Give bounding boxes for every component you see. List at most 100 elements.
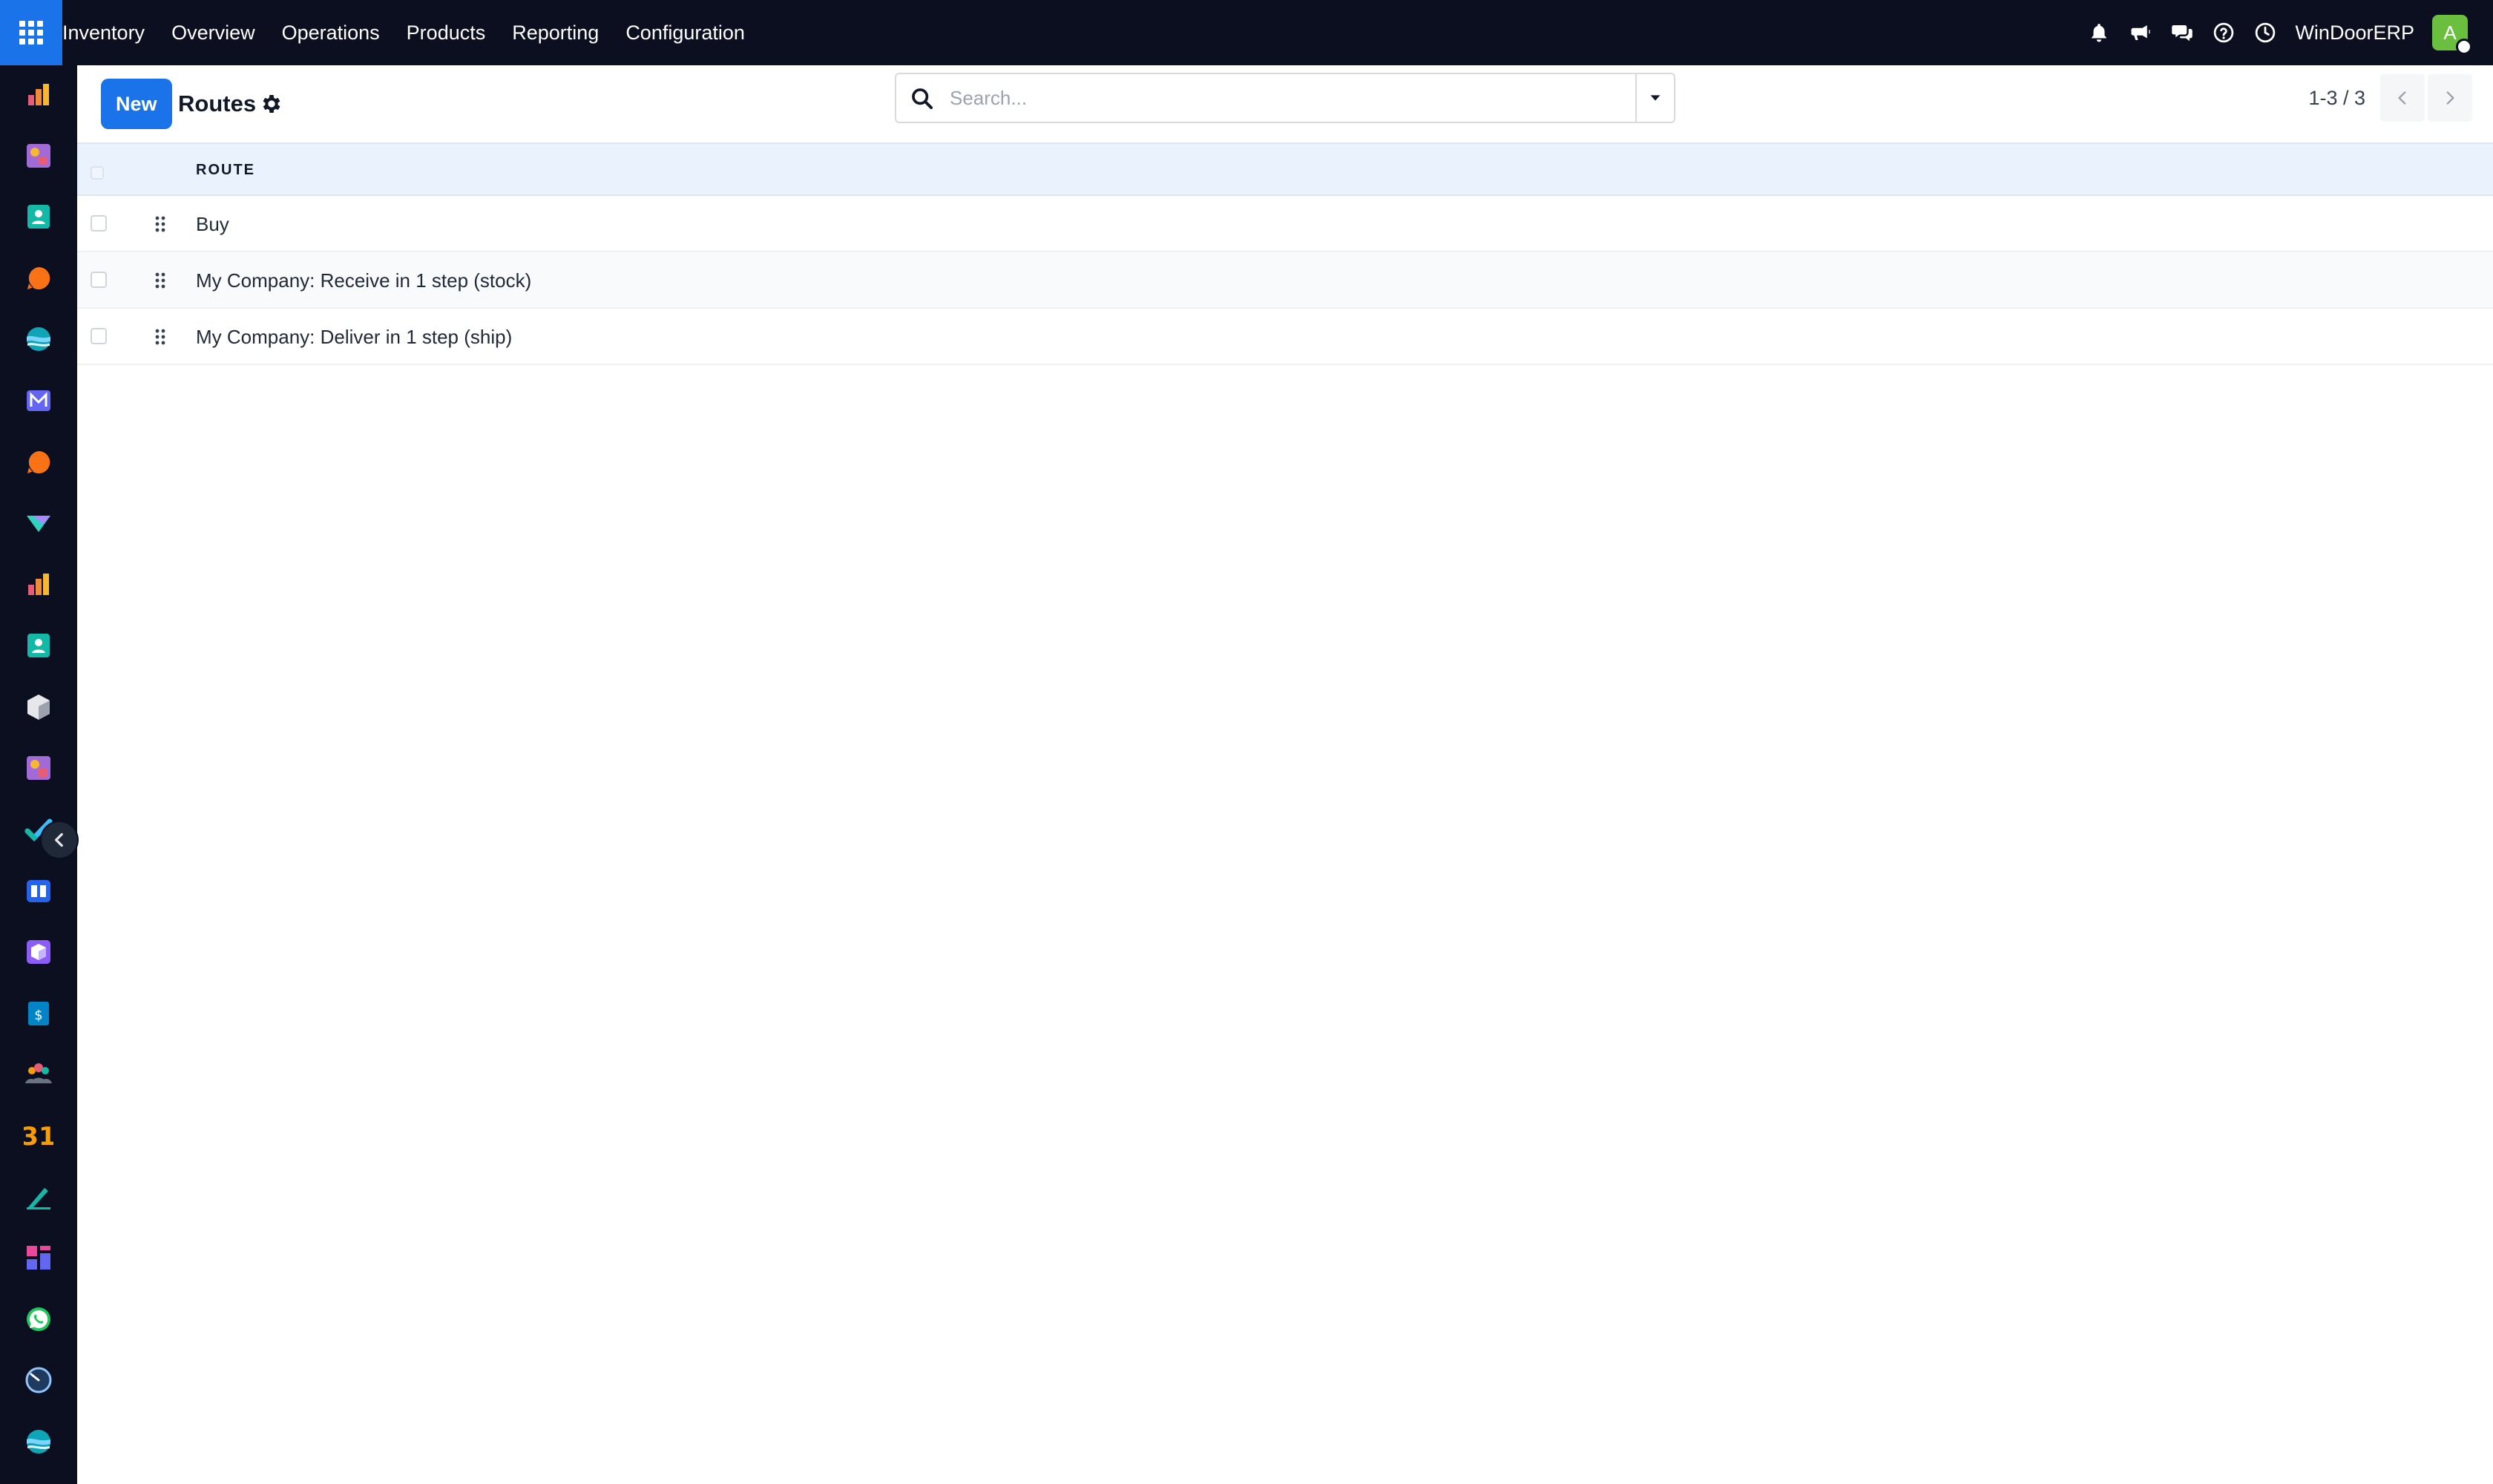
svg-text:$: $ [34,1008,42,1023]
activity-clock-icon[interactable] [2244,0,2286,65]
company-switcher[interactable]: WinDoorERP [2295,22,2414,45]
sidebar-app-livechat[interactable] [22,446,55,479]
megaphone-icon[interactable] [2120,0,2161,65]
employees-icon [27,634,50,657]
pager-previous-button[interactable] [2380,74,2425,122]
menu-reporting[interactable]: Reporting [499,0,612,65]
sidebar-app-invoicing[interactable]: $ [22,997,55,1030]
caret-down-icon [1650,95,1661,101]
search-input[interactable] [948,74,1616,122]
sidebar-app-timesheet[interactable] [22,1364,55,1396]
sidebar-app-sales[interactable] [22,752,55,784]
menu-app-name[interactable]: Inventory [62,0,158,65]
sidebar-app-knowledge[interactable] [22,875,55,907]
sidebar-app-spreadsheet[interactable] [22,568,55,601]
sidebar-app-employees[interactable] [22,629,55,662]
menu-products[interactable]: Products [393,0,499,65]
grid-icon [19,21,43,45]
sidebar-app-whatsapp[interactable] [22,1303,55,1336]
main-menu: Inventory Overview Operations Products R… [62,0,758,65]
invoicing-dollar-icon: $ [28,1002,49,1025]
sidebar-app-website-2[interactable] [22,1425,55,1458]
app-switcher-button[interactable] [0,0,62,65]
help-question-icon[interactable] [2203,0,2244,65]
route-name: My Company: Receive in 1 step (stock) [196,269,532,292]
column-header-route[interactable]: ROUTE [196,144,255,196]
knowledge-book-icon [27,880,50,902]
sidebar-app-calendar[interactable]: 31 [22,1119,55,1152]
timesheet-dial-icon [25,1367,52,1393]
control-panel: New Routes 1-3 / 3 [77,65,2493,142]
presence-status-dot [2456,39,2472,55]
sales-palette-icon [27,756,50,780]
menu-operations[interactable]: Operations [269,0,393,65]
dashboard-chart-icon [28,84,49,105]
sidebar-app-dashboard[interactable] [22,79,55,111]
sidebar-app-purchase[interactable] [22,936,55,968]
drag-handle-icon[interactable] [154,272,166,289]
website-globe-icon [27,327,50,351]
route-name: My Company: Deliver in 1 step (ship) [196,325,513,348]
calendar-31-label: 31 [24,1122,53,1150]
routes-list: ROUTE Buy My Company: Receive in 1 step … [77,142,2493,365]
sidebar-app-art[interactable] [22,139,55,172]
sidebar-app-inventory[interactable] [22,691,55,723]
drag-handle-icon[interactable] [154,328,166,346]
pager: 1-3 / 3 [2308,73,2472,123]
search-bar [895,73,1675,123]
gear-icon[interactable] [260,92,283,116]
chevron-left-icon [55,833,63,847]
calendar-31-icon: 31 [24,1122,53,1150]
row-checkbox[interactable] [91,272,107,288]
team-people-icon [25,1063,52,1083]
drag-handle-icon[interactable] [154,215,166,233]
contacts-icon [27,205,50,229]
list-header: ROUTE [77,142,2493,196]
dashboards-tiles-icon [27,1246,50,1270]
systray: WinDoorERP A [2078,0,2493,65]
app-sidebar: $ 31 [0,65,77,1484]
purchase-cube-icon [27,940,50,964]
select-all-checkbox[interactable] [91,166,104,180]
table-row[interactable]: Buy [77,196,2493,252]
sidebar-app-team[interactable] [22,1058,55,1091]
notification-bell-icon[interactable] [2078,0,2120,65]
sidebar-app-contacts[interactable] [22,200,55,233]
search-icon[interactable] [910,86,935,111]
sidebar-app-accounting[interactable] [22,507,55,539]
whatsapp-icon [27,1307,50,1331]
chevron-left-icon [2398,91,2406,105]
sidebar-app-discuss[interactable] [22,262,55,295]
live-chat-bubble-icon [27,450,50,473]
chevron-right-icon [2446,91,2454,105]
art-palette-icon [27,144,50,168]
sidebar-app-email-marketing[interactable] [22,384,55,417]
accounting-check-icon [27,516,50,532]
search-options-toggle[interactable] [1635,74,1674,122]
email-marketing-icon [27,390,50,411]
inventory-box-icon [27,695,50,720]
spreadsheet-chart-icon [28,574,49,595]
pager-value[interactable]: 1-3 / 3 [2308,87,2365,110]
sign-pen-icon [27,1188,50,1209]
row-checkbox[interactable] [91,215,107,232]
menu-configuration[interactable]: Configuration [612,0,758,65]
row-checkbox[interactable] [91,328,107,344]
avatar-initial: A [2443,21,2457,44]
new-button[interactable]: New [101,79,172,129]
table-row[interactable]: My Company: Deliver in 1 step (ship) [77,309,2493,365]
menu-overview[interactable]: Overview [158,0,269,65]
sidebar-app-sign[interactable] [22,1181,55,1213]
discuss-bubble-icon [27,266,50,289]
sidebar-collapse-button[interactable] [42,822,77,858]
sidebar-app-dashboards[interactable] [22,1241,55,1274]
top-navbar: Inventory Overview Operations Products R… [0,0,2493,65]
route-name: Buy [196,212,229,235]
pager-next-button[interactable] [2428,74,2472,122]
sidebar-app-website[interactable] [22,323,55,355]
chat-bubbles-icon[interactable] [2161,0,2203,65]
user-avatar[interactable]: A [2432,15,2472,55]
page-title: Routes [178,91,257,116]
website-wave-icon [27,1430,50,1454]
table-row[interactable]: My Company: Receive in 1 step (stock) [77,252,2493,309]
